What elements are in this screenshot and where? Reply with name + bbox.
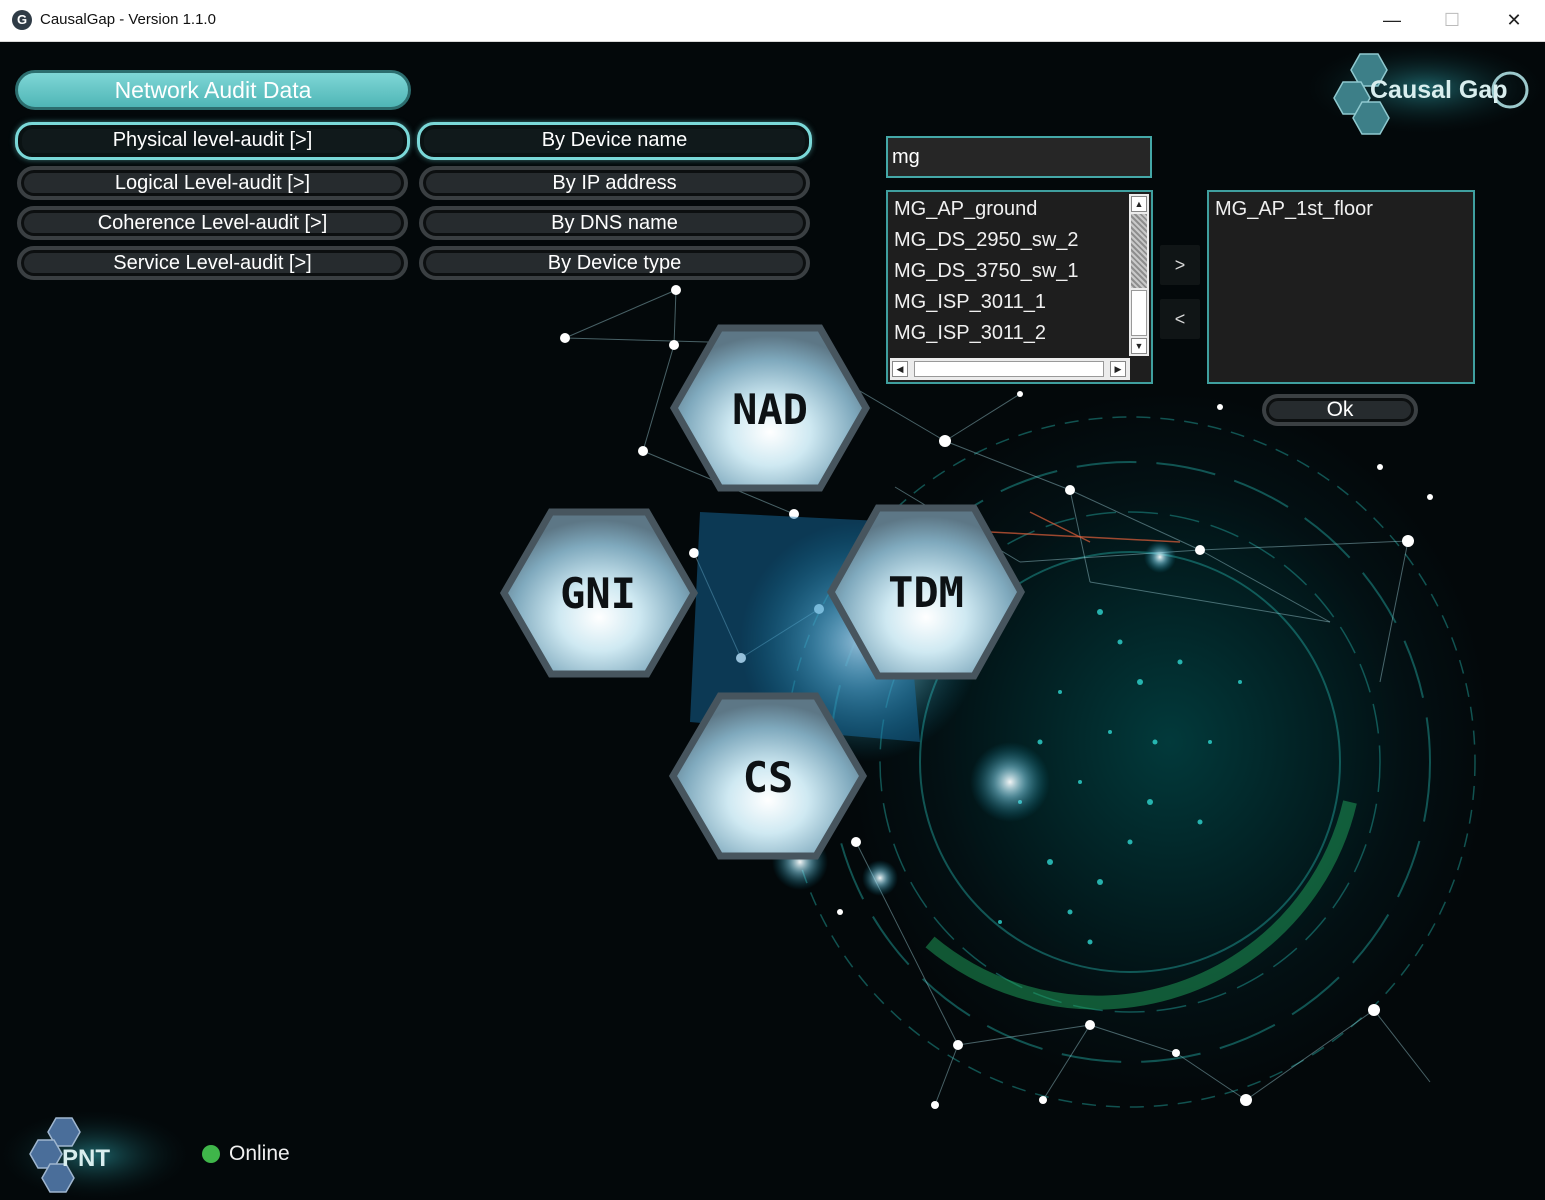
remove-device-button[interactable]: < — [1160, 299, 1200, 339]
by-device-type-button[interactable]: By Device type — [419, 246, 810, 280]
list-item[interactable]: MG_AP_1st_floor — [1215, 198, 1373, 221]
by-device-name-button[interactable]: By Device name — [417, 122, 812, 160]
close-button[interactable]: ✕ — [1484, 0, 1544, 41]
by-dns-name-button[interactable]: By DNS name — [419, 206, 810, 240]
list-item[interactable]: MG_ISP_3011_2 — [894, 322, 1046, 345]
main-area: NAD GNI TDM CS Causal Gap PNT Network Au… — [0, 42, 1545, 1200]
ok-button[interactable]: Ok — [1262, 394, 1418, 426]
scroll-right-icon[interactable]: ▶ — [1110, 361, 1126, 377]
list-item[interactable]: MG_DS_3750_sw_1 — [894, 260, 1079, 283]
selected-devices-list[interactable]: MG_AP_1st_floor — [1207, 190, 1475, 384]
by-ip-address-button[interactable]: By IP address — [419, 166, 810, 200]
causal-gap-logo: Causal Gap — [1305, 42, 1545, 135]
available-devices-list[interactable]: MG_AP_ground MG_DS_2950_sw_2 MG_DS_3750_… — [886, 190, 1153, 384]
cs-label: CS — [743, 753, 794, 802]
pnt-logo-text: PNT — [62, 1145, 110, 1172]
scroll-left-icon[interactable]: ◀ — [892, 361, 908, 377]
status-indicator-icon — [202, 1145, 220, 1163]
causal-gap-logo-text: Causal Gap — [1370, 76, 1508, 104]
app-icon: G — [12, 10, 32, 30]
scrollbar-track[interactable] — [1131, 290, 1147, 336]
device-search-input[interactable]: mg — [886, 136, 1152, 178]
scrollbar-thumb[interactable] — [1131, 214, 1147, 288]
add-device-button[interactable]: > — [1160, 245, 1200, 285]
service-level-audit-button[interactable]: Service Level-audit [>] — [17, 246, 408, 280]
pnt-logo: PNT — [0, 1110, 190, 1200]
list-item[interactable]: MG_ISP_3011_1 — [894, 291, 1046, 314]
gni-label: GNI — [560, 569, 636, 618]
coherence-level-audit-button[interactable]: Coherence Level-audit [>] — [17, 206, 408, 240]
vertical-scrollbar[interactable]: ▲ ▼ — [1129, 194, 1149, 356]
scroll-up-icon[interactable]: ▲ — [1131, 196, 1147, 212]
nad-hexagon[interactable]: NAD — [669, 324, 871, 492]
list-item[interactable]: MG_AP_ground — [894, 198, 1037, 221]
scroll-down-icon[interactable]: ▼ — [1131, 338, 1147, 354]
title-bar: G CausalGap - Version 1.1.0 — ☐ ✕ — [0, 0, 1545, 42]
network-audit-data-header[interactable]: Network Audit Data — [15, 70, 411, 110]
minimize-button[interactable]: — — [1362, 0, 1422, 41]
horizontal-scrollbar-thumb[interactable] — [914, 361, 1104, 377]
list-item[interactable]: MG_DS_2950_sw_2 — [894, 229, 1079, 252]
gni-hexagon[interactable]: GNI — [499, 508, 699, 678]
physical-level-audit-button[interactable]: Physical level-audit [>] — [15, 122, 410, 160]
nad-label: NAD — [732, 385, 808, 434]
tdm-label: TDM — [888, 568, 964, 617]
maximize-button[interactable]: ☐ — [1422, 0, 1482, 41]
status-label: Online — [229, 1142, 290, 1165]
window-title: CausalGap - Version 1.1.0 — [40, 11, 216, 28]
logical-level-audit-button[interactable]: Logical Level-audit [>] — [17, 166, 408, 200]
horizontal-scrollbar[interactable]: ◀ ▶ — [890, 358, 1130, 380]
